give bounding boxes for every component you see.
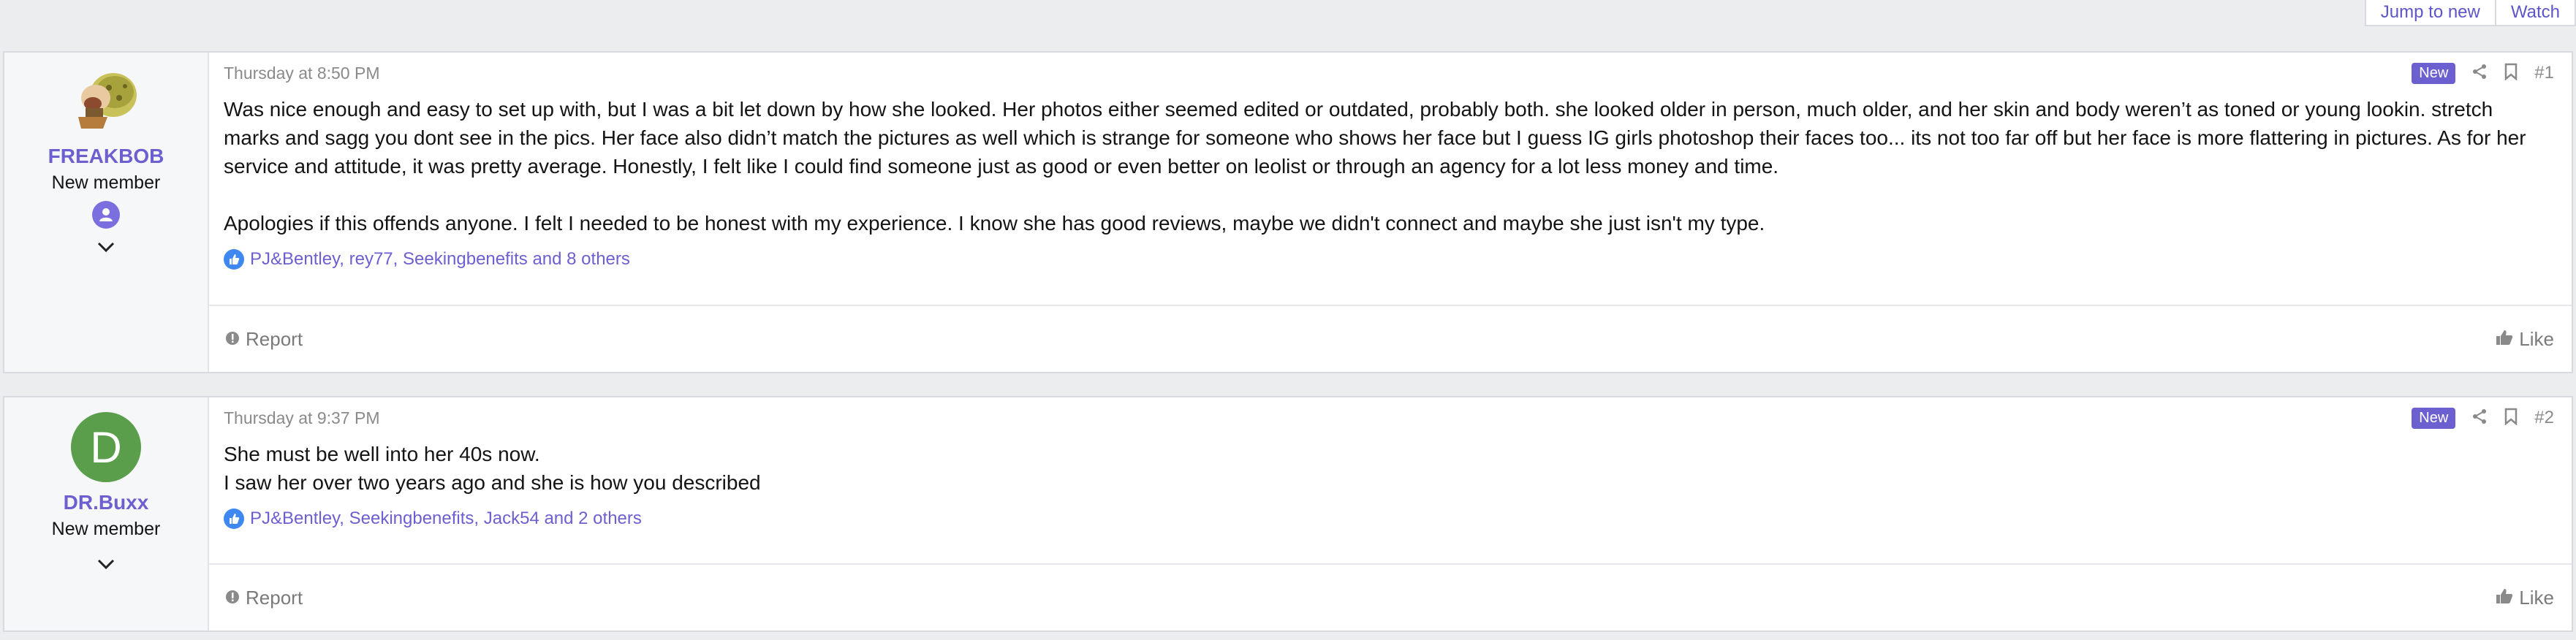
post-main: Thursday at 8:50 PM New #1 Was nice enou… (209, 53, 2572, 372)
bookmark-icon[interactable] (2504, 63, 2518, 84)
like-label: Like (2519, 327, 2554, 350)
post-author-panel: FREAKBOB New member (4, 53, 209, 372)
thumbs-up-icon (224, 249, 244, 270)
chevron-down-icon[interactable] (96, 240, 116, 259)
new-badge: New (2412, 62, 2456, 84)
report-icon (225, 587, 240, 609)
post-header: Thursday at 8:50 PM New #1 (209, 53, 2572, 94)
avatar[interactable]: D (71, 412, 141, 482)
post-header: Thursday at 9:37 PM New #2 (209, 397, 2572, 438)
post-line: She must be well into her 40s now. (224, 443, 540, 465)
post-date[interactable]: Thursday at 8:50 PM (224, 64, 380, 83)
like-label: Like (2519, 586, 2554, 609)
reactions-bar[interactable]: PJ&Bentley, rey77, Seekingbenefits and 8… (209, 249, 2572, 270)
post-paragraph: Was nice enough and easy to set up with,… (224, 98, 2526, 178)
chevron-down-icon[interactable] (96, 557, 116, 576)
post-number[interactable]: #1 (2534, 63, 2554, 83)
share-icon[interactable] (2471, 64, 2488, 83)
report-icon (225, 328, 240, 351)
username[interactable]: FREAKBOB (48, 145, 164, 168)
reactions-bar[interactable]: PJ&Bentley, Seekingbenefits, Jack54 and … (209, 508, 2572, 529)
report-label: Report (246, 586, 303, 609)
post-body: Was nice enough and easy to set up with,… (209, 94, 2572, 237)
post: FREAKBOB New member Thursday at 8:50 PM … (3, 51, 2573, 373)
thread-actions: Jump to new Watch (2364, 0, 2576, 26)
post-body: She must be well into her 40s now. I saw… (209, 438, 2572, 497)
reactions-list[interactable]: PJ&Bentley, rey77, Seekingbenefits and 8… (250, 249, 630, 270)
thumbs-up-icon (2496, 587, 2513, 609)
report-label: Report (246, 327, 303, 350)
share-icon[interactable] (2471, 408, 2488, 428)
post-date[interactable]: Thursday at 9:37 PM (224, 408, 380, 428)
post: D DR.Buxx New member Thursday at 9:37 PM… (3, 396, 2573, 632)
jump-to-new-button[interactable]: Jump to new (2364, 0, 2496, 26)
reactions-list[interactable]: PJ&Bentley, Seekingbenefits, Jack54 and … (250, 508, 642, 529)
user-title: New member (51, 519, 161, 539)
new-badge: New (2412, 407, 2456, 429)
username[interactable]: DR.Buxx (64, 491, 149, 514)
like-button[interactable]: Like (2496, 587, 2554, 609)
avatar[interactable] (71, 66, 141, 136)
post-footer: Report Like (209, 305, 2572, 372)
post-paragraph: Apologies if this offends anyone. I felt… (224, 212, 1765, 235)
user-badge-icon[interactable] (92, 201, 120, 229)
report-button[interactable]: Report (225, 328, 303, 351)
post-footer: Report Like (209, 563, 2572, 631)
like-button[interactable]: Like (2496, 328, 2554, 351)
thumbs-up-icon (224, 508, 244, 529)
thumbs-up-icon (2496, 328, 2513, 351)
post-line: I saw her over two years ago and she is … (224, 471, 761, 494)
bookmark-icon[interactable] (2504, 408, 2518, 429)
post-author-panel: D DR.Buxx New member (4, 397, 209, 631)
user-title: New member (51, 172, 161, 193)
watch-button[interactable]: Watch (2496, 0, 2576, 26)
report-button[interactable]: Report (225, 587, 303, 609)
post-main: Thursday at 9:37 PM New #2 She must be w… (209, 397, 2572, 631)
post-number[interactable]: #2 (2534, 408, 2554, 428)
